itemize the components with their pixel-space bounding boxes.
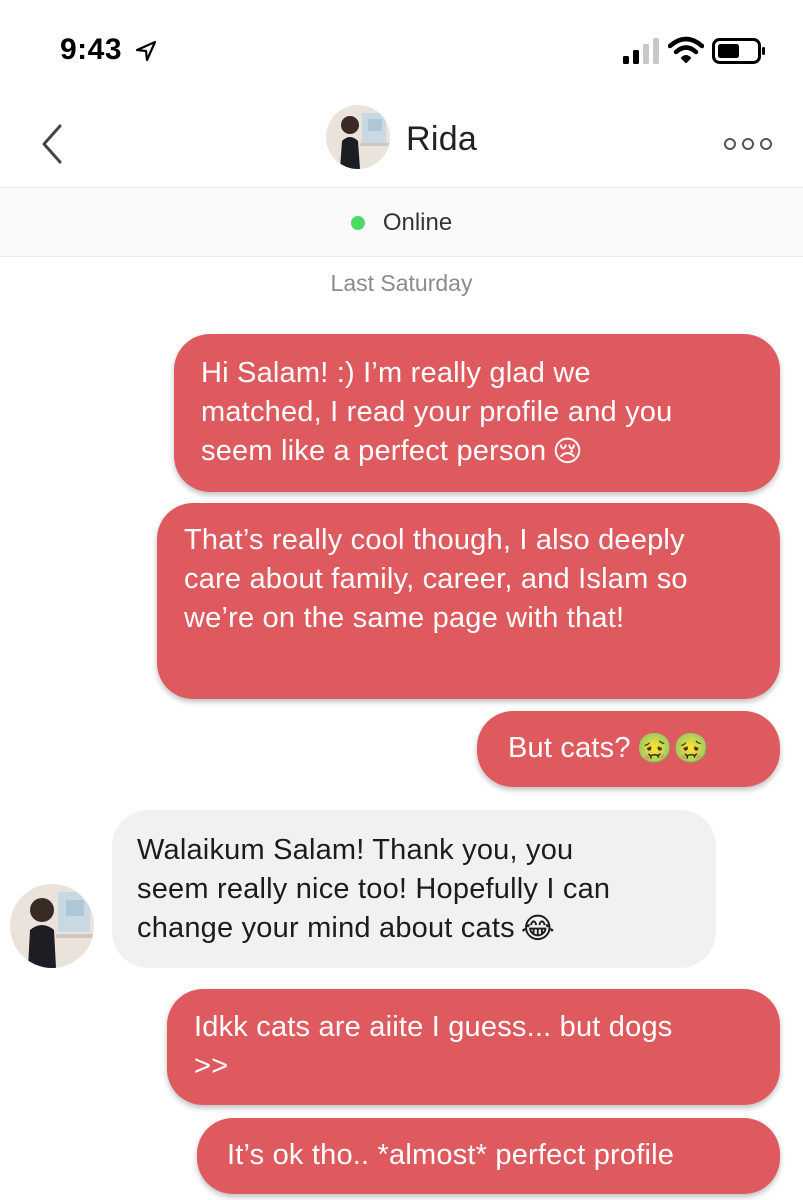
message-line: Hi Salam! :) I’m really glad we bbox=[201, 357, 591, 389]
sent-message-bubble[interactable]: But cats? 🤢🤢 bbox=[477, 711, 780, 787]
ellipsis-icon bbox=[724, 138, 772, 150]
message-text: change your mind about cats bbox=[137, 912, 515, 944]
message-line: Walaikum Salam! Thank you, you bbox=[137, 834, 574, 866]
chat-screen: 9:43 Rida Online Last Saturday Hi Salam!… bbox=[0, 0, 803, 1200]
contact-avatar[interactable] bbox=[326, 105, 390, 169]
tears-of-joy-emoji: 😂 bbox=[520, 912, 555, 945]
received-message-bubble[interactable]: Walaikum Salam! Thank you, you seem real… bbox=[112, 810, 716, 968]
date-separator: Last Saturday bbox=[330, 270, 473, 296]
message-line: we’re on the same page with that! bbox=[184, 602, 625, 634]
sent-message-bubble[interactable]: Hi Salam! :) I’m really glad we matched,… bbox=[174, 334, 780, 492]
status-bar: 9:43 bbox=[0, 0, 803, 100]
chat-header: Rida bbox=[0, 100, 803, 188]
cellular-signal-icon bbox=[623, 38, 659, 64]
message-line: But cats? 🤢🤢 bbox=[508, 729, 760, 769]
chevron-left-icon bbox=[42, 124, 62, 164]
message-line: seem like a perfect person 😢 bbox=[201, 432, 756, 472]
online-status-text: Online bbox=[382, 208, 453, 236]
message-line: That’s really cool though, I also deeply bbox=[184, 524, 685, 556]
message-line: change your mind about cats 😂 bbox=[137, 909, 696, 949]
presence-banner: Online bbox=[0, 189, 803, 257]
message-line: care about family, career, and Islam so bbox=[184, 563, 688, 595]
back-button[interactable] bbox=[32, 120, 72, 168]
message-line: seem really nice too! Hopefully I can bbox=[137, 873, 611, 905]
wifi-icon bbox=[668, 36, 704, 63]
sent-message-bubble[interactable]: It’s ok tho.. *almost* perfect profile bbox=[197, 1118, 780, 1194]
battery-icon bbox=[712, 38, 765, 64]
message-line: It’s ok tho.. *almost* perfect profile bbox=[227, 1139, 675, 1171]
message-line: >> bbox=[194, 1050, 229, 1082]
message-line: matched, I read your profile and you bbox=[201, 396, 673, 428]
sender-avatar[interactable] bbox=[10, 884, 94, 968]
message-text: seem like a perfect person bbox=[201, 435, 547, 467]
online-status-dot bbox=[350, 215, 365, 230]
contact-name[interactable]: Rida bbox=[406, 120, 477, 159]
more-options-button[interactable] bbox=[722, 130, 774, 158]
message-line: Idkk cats are aiite I guess... but dogs bbox=[194, 1011, 673, 1043]
nauseated-face-emoji: 🤢🤢 bbox=[636, 732, 710, 765]
sent-message-bubble[interactable]: That’s really cool though, I also deeply… bbox=[157, 503, 780, 699]
sent-message-bubble[interactable]: Idkk cats are aiite I guess... but dogs … bbox=[167, 989, 780, 1105]
status-time: 9:43 bbox=[60, 33, 123, 66]
message-text: But cats? bbox=[508, 732, 631, 764]
location-arrow-icon bbox=[135, 40, 157, 62]
crying-face-emoji: 😢 bbox=[552, 435, 583, 468]
